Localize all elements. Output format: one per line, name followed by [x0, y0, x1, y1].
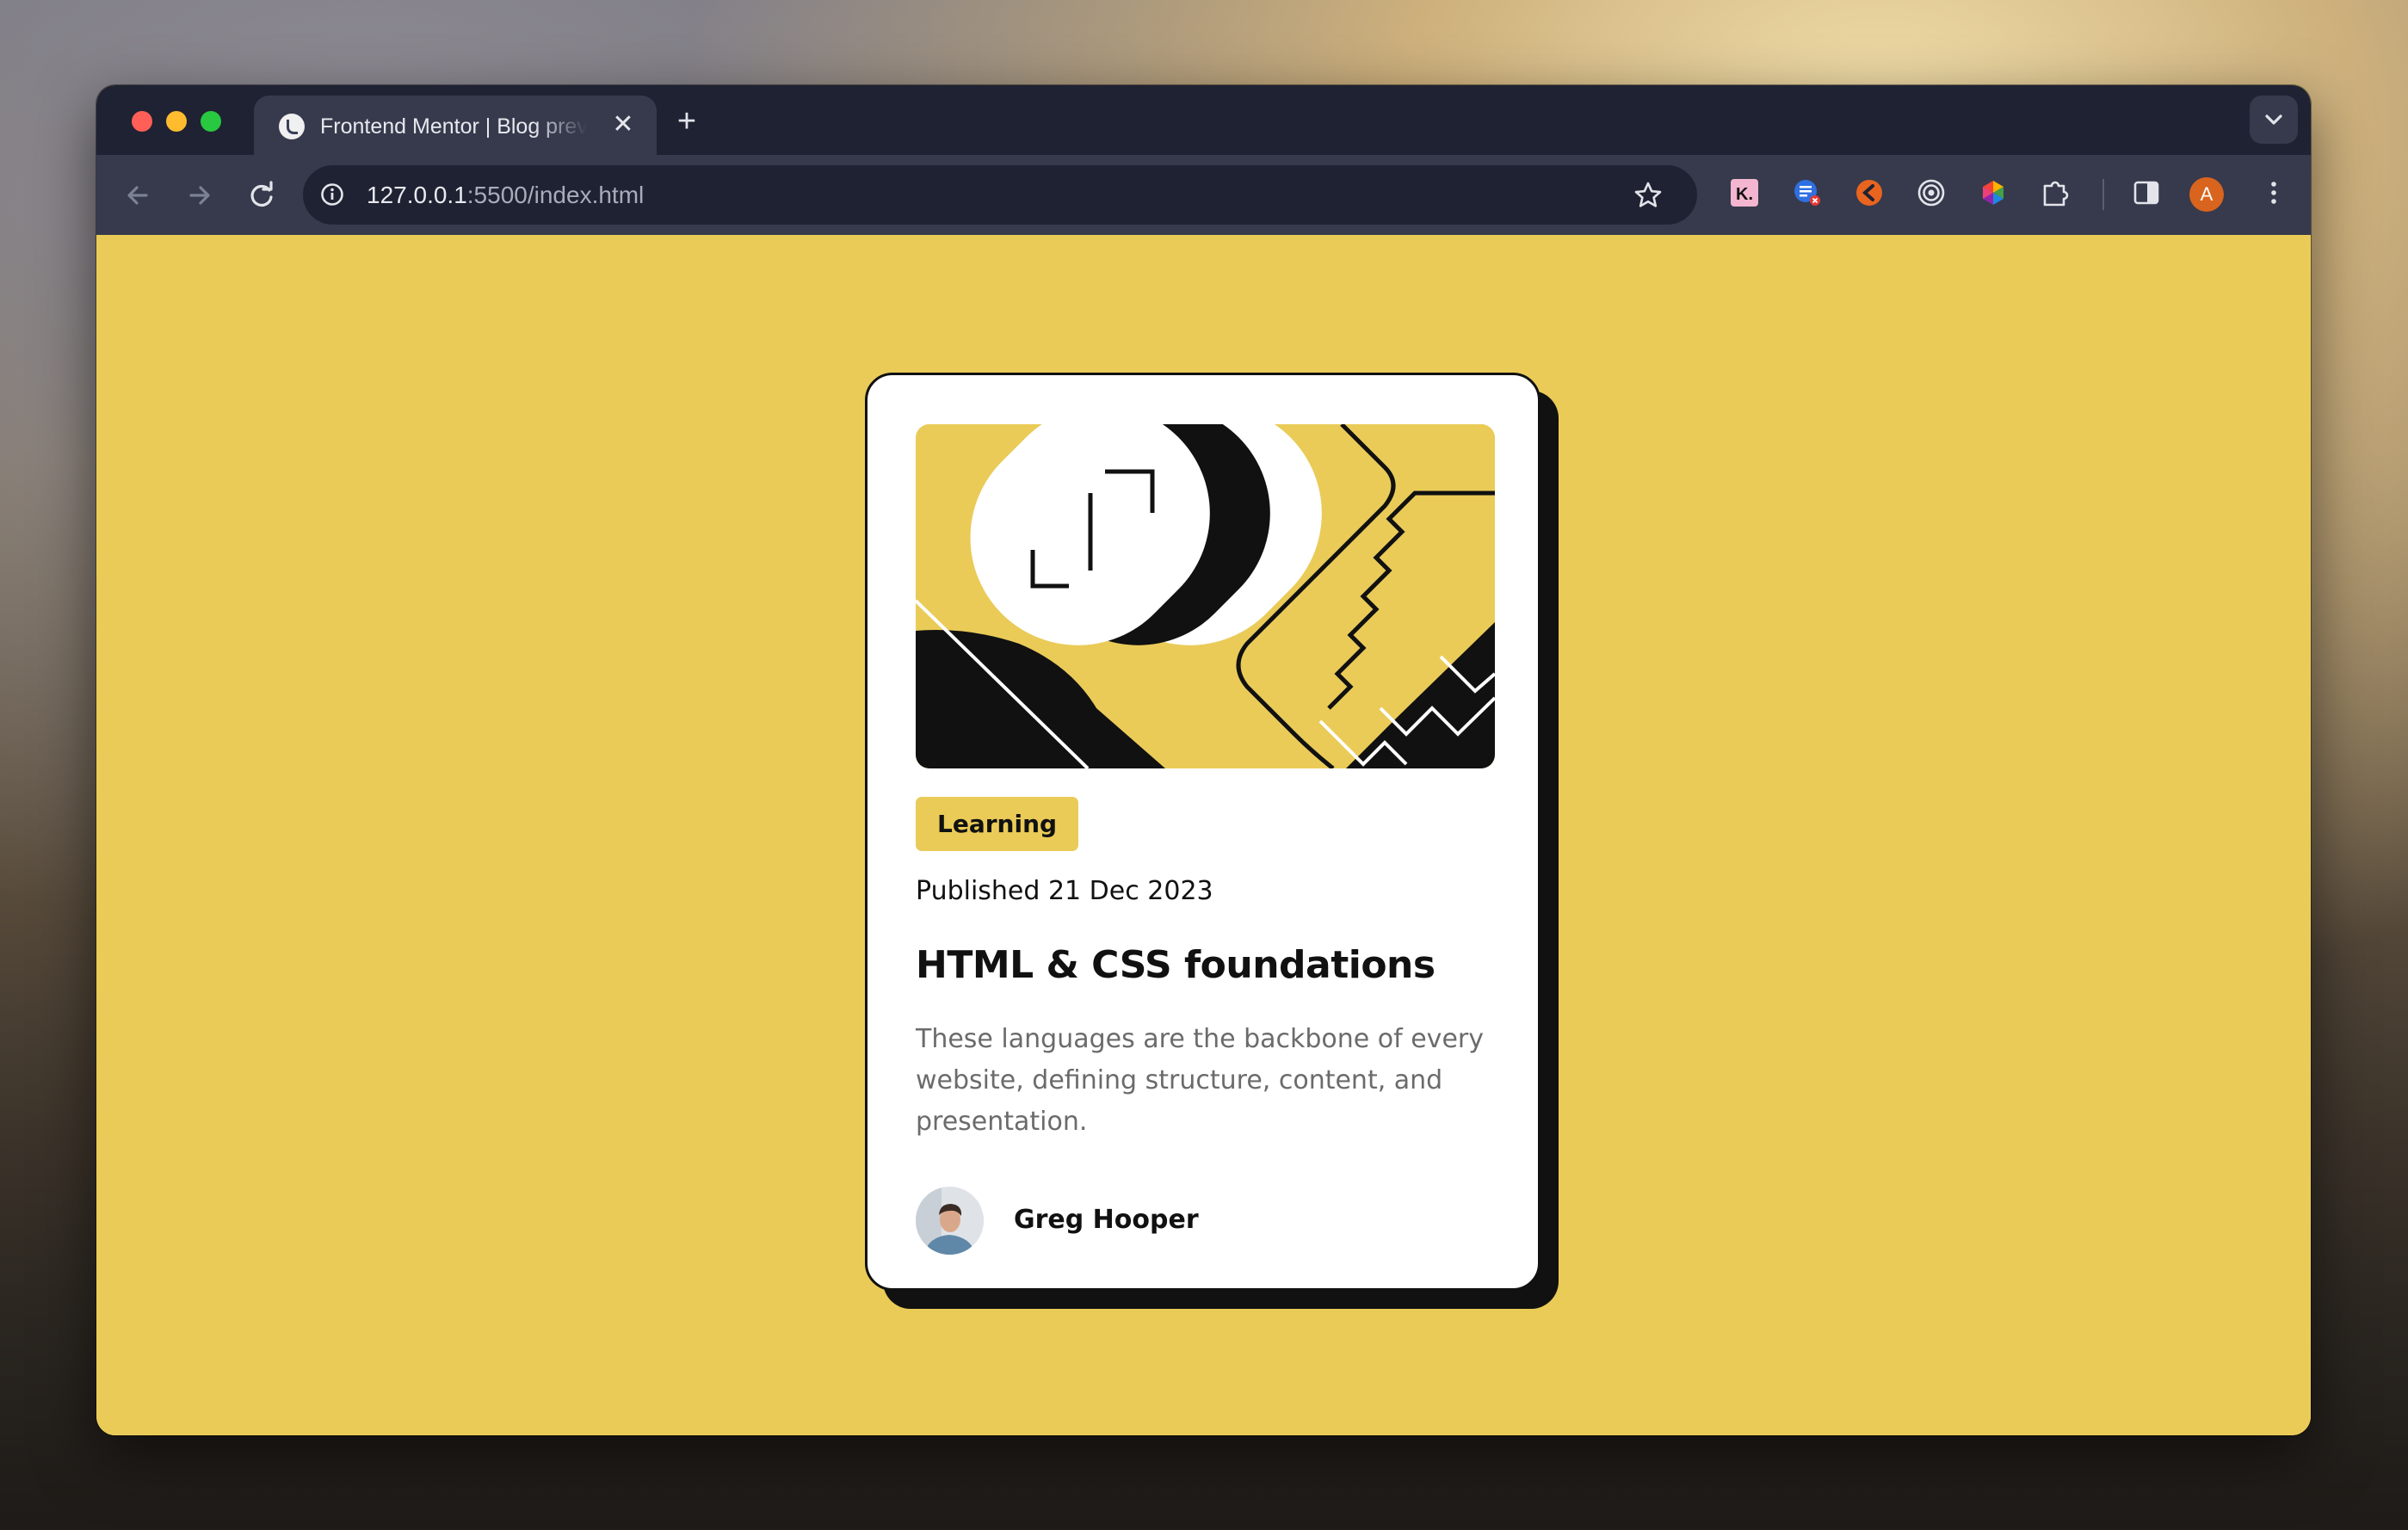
profile-avatar[interactable]: A	[2189, 177, 2224, 212]
card-title[interactable]: HTML & CSS foundations	[916, 941, 1436, 990]
klarna-extension-icon[interactable]: K.	[1726, 174, 1763, 212]
close-window-button[interactable]	[132, 111, 152, 132]
author-name: Greg Hooper	[1014, 1205, 1199, 1235]
close-icon[interactable]: ✕	[608, 109, 639, 140]
zoom-window-button[interactable]	[201, 111, 221, 132]
svg-text:K.: K.	[1736, 185, 1753, 204]
category-tag: Learning	[916, 797, 1079, 851]
tab-strip: Frontend Mentor | Blog preview card ✕ +	[96, 85, 2311, 155]
new-tab-button[interactable]: +	[670, 104, 704, 139]
toolbar: 127.0.0.1:5500/index.html K. A	[96, 155, 2311, 235]
minimize-window-button[interactable]	[166, 111, 187, 132]
target-extension-icon[interactable]	[1912, 174, 1950, 212]
list-extension-icon[interactable]	[1788, 174, 1826, 212]
side-panel-icon[interactable]	[2127, 174, 2165, 212]
avatar	[916, 1187, 984, 1255]
published-date: Published 21 Dec 2023	[916, 876, 1213, 906]
address-bar[interactable]: 127.0.0.1:5500/index.html	[303, 165, 1697, 225]
bookmark-star-icon[interactable]	[1633, 180, 1664, 211]
puzzle-extensions-icon[interactable]	[2036, 174, 2074, 212]
url-text: 127.0.0.1:5500/index.html	[367, 182, 645, 208]
orange-extension-icon[interactable]	[1850, 174, 1888, 212]
color-extension-icon[interactable]	[1974, 174, 2012, 212]
tab-search-icon[interactable]	[2250, 96, 2298, 144]
browser-window: Frontend Mentor | Blog preview card ✕ + …	[96, 85, 2311, 1435]
site-info-icon[interactable]	[320, 182, 344, 207]
more-menu-icon[interactable]	[2255, 174, 2293, 212]
card-illustration	[916, 424, 1495, 768]
back-icon[interactable]	[119, 176, 157, 214]
favicon-icon	[279, 114, 305, 139]
card-description: These languages are the backbone of ever…	[916, 1024, 1484, 1137]
toolbar-divider	[2102, 179, 2104, 210]
tab-title: Frontend Mentor | Blog preview card	[320, 114, 587, 139]
page-viewport: Learning Published 21 Dec 2023 HTML & CS…	[96, 235, 2311, 1435]
tab-active[interactable]: Frontend Mentor | Blog preview card ✕	[254, 96, 657, 155]
reload-icon[interactable]	[243, 176, 281, 214]
forward-icon[interactable]	[181, 176, 219, 214]
blog-preview-card[interactable]: Learning Published 21 Dec 2023 HTML & CS…	[865, 373, 1541, 1291]
